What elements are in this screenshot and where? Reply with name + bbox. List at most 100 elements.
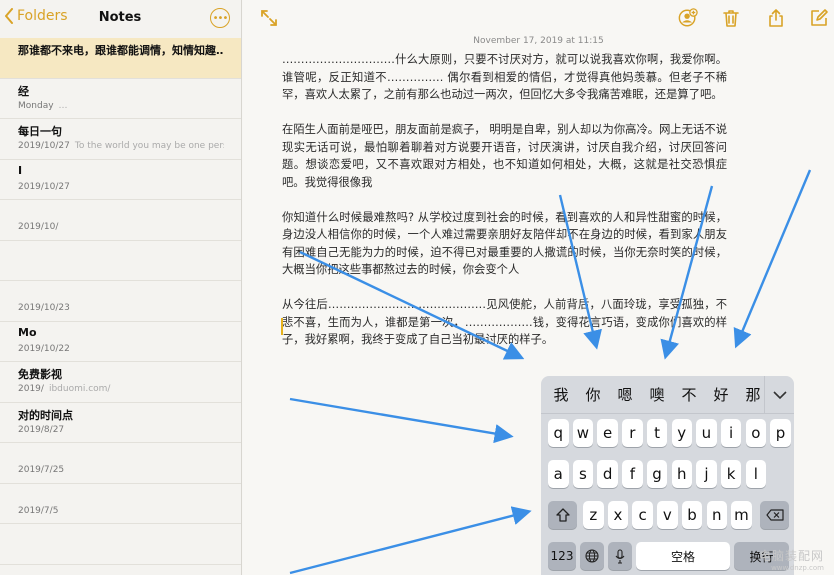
note-list-item[interactable]: 对的时间点 2019/8/27	[0, 403, 241, 443]
key-j[interactable]: j	[696, 460, 717, 488]
key-o[interactable]: o	[745, 419, 767, 447]
watermark-url: www.dnzp.com	[771, 564, 824, 572]
key-i[interactable]: i	[720, 419, 742, 447]
chevron-down-icon[interactable]	[764, 376, 794, 414]
note-list-item[interactable]: 2019/10/	[0, 200, 241, 241]
candidate-word[interactable]: 好	[705, 384, 737, 405]
note-preview: ibduomi.com/	[48, 384, 111, 394]
backspace-key[interactable]	[760, 501, 789, 529]
key-l[interactable]: l	[745, 460, 767, 488]
key-f[interactable]: f	[622, 460, 643, 488]
note-date: 2019/10/27	[18, 141, 70, 151]
candidate-word[interactable]: 噢	[641, 384, 673, 405]
note-title	[18, 285, 224, 300]
key-c[interactable]: c	[632, 501, 653, 529]
note-date: 2019/7/5	[18, 505, 59, 516]
key-w[interactable]: w	[572, 419, 594, 447]
note-meta	[18, 263, 224, 273]
add-person-icon[interactable]	[678, 8, 698, 28]
key-g[interactable]: g	[646, 460, 668, 488]
key-d[interactable]: d	[597, 460, 618, 488]
note-title: 那谁都不来电，跟谁都能调情，知情知趣…	[18, 44, 224, 57]
note-meta	[18, 60, 224, 70]
expand-icon[interactable]	[259, 8, 279, 28]
key-p[interactable]: p	[770, 419, 791, 447]
key-a[interactable]: a	[548, 460, 569, 488]
key-t[interactable]: t	[646, 419, 668, 447]
note-meta: 2019/8/27	[18, 425, 224, 435]
note-list-item[interactable]: 那谁都不来电，跟谁都能调情，知情知趣…	[0, 38, 241, 79]
key-n[interactable]: n	[706, 501, 727, 529]
key-h[interactable]: h	[671, 460, 692, 488]
key-k[interactable]: k	[720, 460, 742, 488]
note-preview: To the world you may be one pers…	[74, 141, 224, 151]
text-cursor	[281, 318, 283, 335]
note-title: 每日一句	[18, 125, 62, 138]
note-date: 2019/8/27	[18, 424, 65, 435]
note-list-item[interactable]	[0, 241, 241, 281]
notes-sidebar: Folders Notes ••• 那谁都不来电，跟谁都能调情，知情知趣… 经 Mo…	[0, 0, 242, 575]
microphone-key[interactable]	[608, 542, 632, 570]
key-r[interactable]: r	[622, 419, 643, 447]
note-meta: 2019/ibduomi.com/	[18, 384, 224, 394]
candidate-word[interactable]: 你	[577, 384, 609, 405]
note-meta: 2019/10/27 To the world you may be one pe…	[18, 141, 224, 151]
note-title	[18, 204, 224, 219]
note-list-item[interactable]: 2019/7/25	[0, 443, 241, 484]
key-y[interactable]: y	[671, 419, 692, 447]
note-list-item[interactable]: 经 Monday…	[0, 79, 241, 119]
microphone-icon	[615, 548, 625, 564]
numbers-key[interactable]: 123	[548, 542, 576, 570]
candidate-word[interactable]: 不	[673, 384, 705, 405]
key-z[interactable]: z	[583, 501, 604, 529]
note-meta: 2019/7/5	[18, 506, 224, 516]
note-date: 2019/7/25	[18, 465, 65, 475]
trash-icon[interactable]	[721, 8, 741, 28]
note-date: 2019/10/	[18, 222, 59, 232]
note-title: 对的时间点	[18, 408, 73, 422]
note-body[interactable]: …………………………什么大原则，只要不讨厌对方，就可以说我喜欢你啊，我爱你啊。谁…	[282, 51, 727, 366]
note-date: 2019/10/22	[18, 343, 70, 354]
note-title	[18, 245, 224, 260]
note-list-item[interactable]: 2019/10/23	[0, 281, 241, 322]
note-title	[18, 447, 224, 462]
candidate-word[interactable]: 嗯	[609, 384, 641, 405]
key-s[interactable]: s	[572, 460, 594, 488]
globe-icon	[585, 549, 599, 563]
key-q[interactable]: q	[548, 419, 569, 447]
compose-icon[interactable]	[809, 8, 829, 28]
note-title	[18, 488, 224, 503]
chevron-left-icon	[5, 8, 13, 24]
note-title: 经	[18, 84, 29, 98]
shift-icon	[555, 508, 570, 522]
shift-key[interactable]	[548, 501, 577, 529]
note-list-item[interactable]	[0, 524, 241, 565]
folders-back-button[interactable]: Folders	[4, 8, 68, 24]
globe-key[interactable]	[580, 542, 604, 570]
key-u[interactable]: u	[696, 419, 717, 447]
key-e[interactable]: e	[597, 419, 618, 447]
note-paragraph: …………………………什么大原则，只要不讨厌对方，就可以说我喜欢你啊，我爱你啊。谁…	[282, 53, 727, 101]
note-preview: …	[58, 100, 68, 111]
key-x[interactable]: x	[607, 501, 629, 529]
space-key[interactable]: 空格	[636, 542, 730, 570]
share-icon[interactable]	[766, 8, 786, 28]
floating-keyboard: 我你嗯噢不好那 q w e r t y u i o p a s d f g h j k l z x c v b n m 123 空格换…	[541, 376, 794, 575]
key-v[interactable]: v	[657, 501, 678, 529]
note-list-item[interactable]: I 2019/10/27	[0, 160, 241, 200]
note-paragraph: 你知道什么时候最难熬吗? 从学校过度到社会的时候，看到喜欢的人和异性甜蜜的时候，…	[282, 210, 727, 277]
note-list-item[interactable]: 每日一句 2019/10/27 To the world you may be on…	[0, 119, 241, 160]
note-list-item[interactable]: Mo 2019/10/22	[0, 322, 241, 362]
key-b[interactable]: b	[681, 501, 703, 529]
note-list-item[interactable]: 2019/7/5	[0, 484, 241, 524]
note-meta: 2019/10/27	[18, 182, 224, 192]
note-paragraph: 在陌生人面前是哑巴，朋友面前是疯子， 明明是自卑，别人却以为你高冷。网上无话不说…	[282, 123, 727, 189]
candidate-bar: 我你嗯噢不好那	[541, 376, 794, 414]
note-date: 2019/10/27	[18, 181, 70, 192]
candidate-word[interactable]: 我	[545, 384, 577, 405]
more-options-icon[interactable]: •••	[210, 8, 230, 28]
note-title: 免费影视	[18, 368, 62, 381]
key-m[interactable]: m	[731, 501, 752, 529]
note-list-item[interactable]: 免费影视 2019/ibduomi.com/	[0, 362, 241, 403]
backspace-icon	[765, 509, 784, 521]
